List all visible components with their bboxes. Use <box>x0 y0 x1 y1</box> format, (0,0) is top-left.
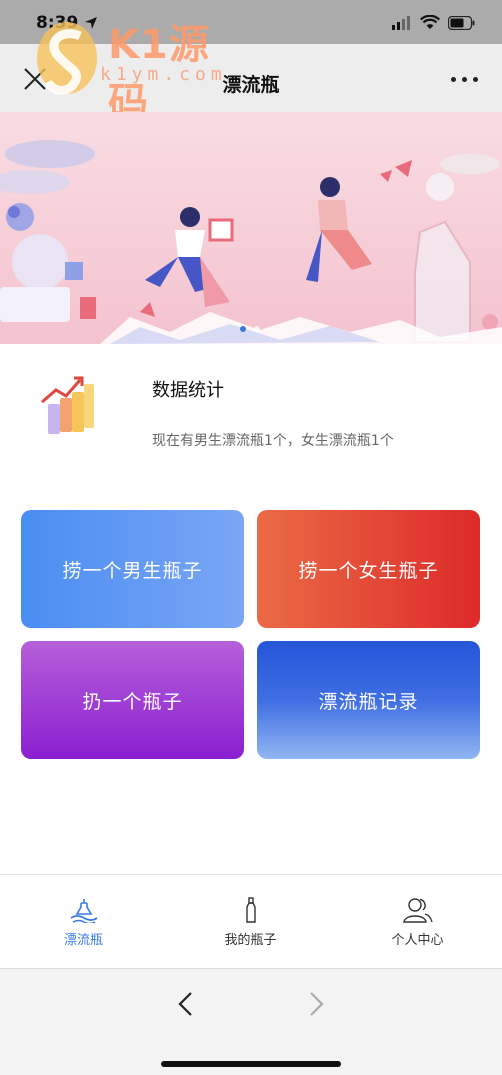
pick-male-bottle-button[interactable]: 捞一个男生瓶子 <box>21 510 244 628</box>
stats-title: 数据统计 <box>152 380 224 401</box>
tab-drift-bottle[interactable]: 漂流瓶 <box>0 875 167 969</box>
wifi-icon <box>420 15 440 29</box>
more-menu-icon[interactable] <box>451 77 478 82</box>
stats-description: 现在有男生漂流瓶1个，女生漂流瓶1个 <box>152 433 394 449</box>
tab-label: 漂流瓶 <box>63 933 103 948</box>
carousel-dot[interactable] <box>240 326 246 332</box>
forward-chevron-icon[interactable] <box>306 991 326 1017</box>
browser-toolbar <box>0 968 502 1075</box>
banner-illustration <box>0 112 502 344</box>
tab-label: 个人中心 <box>391 933 444 948</box>
watermark-logo-icon <box>37 22 97 95</box>
users-icon <box>402 898 433 923</box>
status-icons <box>392 15 476 30</box>
tab-label: 我的瓶子 <box>224 933 277 948</box>
carousel-dots[interactable] <box>240 326 260 332</box>
bottle-records-button[interactable]: 漂流瓶记录 <box>257 641 480 759</box>
tab-bar: 漂流瓶 我的瓶子 个人中心 <box>0 874 502 969</box>
bar-chart-icon <box>41 376 94 434</box>
back-chevron-icon[interactable] <box>176 991 196 1017</box>
stats-card: 数据统计 现在有男生漂流瓶1个，女生漂流瓶1个 <box>0 344 502 500</box>
home-indicator[interactable] <box>161 1061 341 1067</box>
watermark-url: k1ym.com <box>100 64 227 85</box>
bottle-icon <box>245 897 256 923</box>
signal-icon <box>392 15 410 30</box>
watermark: K1源码 k1ym.com <box>30 8 240 126</box>
pick-female-bottle-button[interactable]: 捞一个女生瓶子 <box>257 510 480 628</box>
bottle-wave-icon <box>70 899 97 923</box>
tab-profile[interactable]: 个人中心 <box>334 875 501 969</box>
tab-my-bottles[interactable]: 我的瓶子 <box>167 875 334 969</box>
throw-bottle-button[interactable]: 扔一个瓶子 <box>21 641 244 759</box>
battery-icon <box>448 15 475 30</box>
banner[interactable] <box>0 112 502 344</box>
carousel-dot[interactable] <box>254 326 260 332</box>
